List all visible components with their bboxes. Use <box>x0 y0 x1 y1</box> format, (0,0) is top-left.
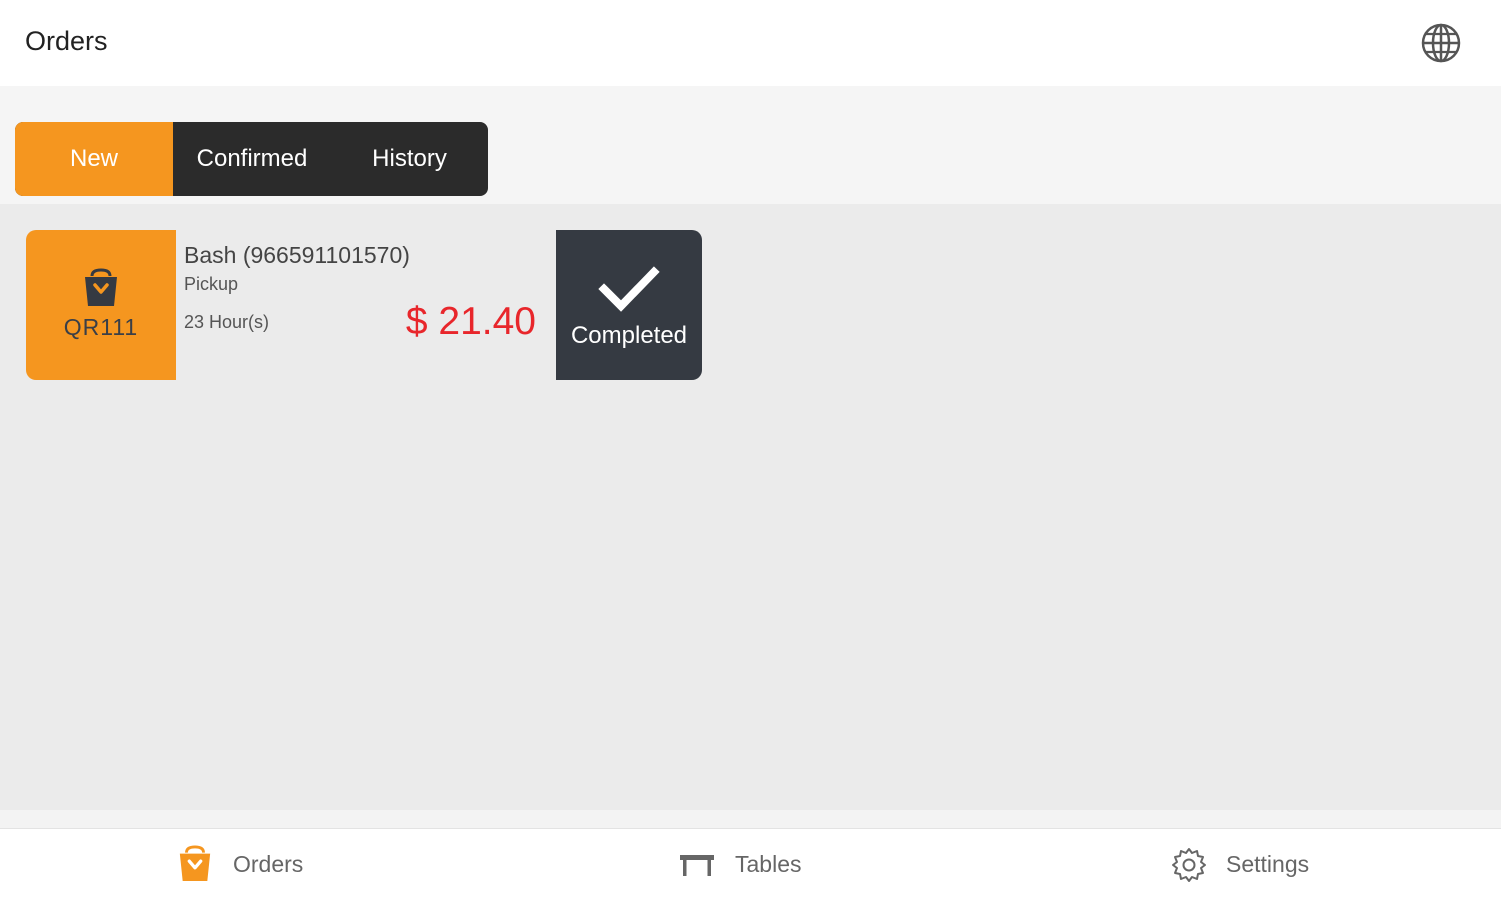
order-code: QR111 <box>63 314 139 340</box>
tab-new[interactable]: New <box>15 122 173 196</box>
order-card[interactable]: QR111 Bash (966591101570) Pickup 23 Hour… <box>26 230 702 380</box>
order-type: Pickup <box>184 274 239 294</box>
order-price: $ 21.40 <box>405 300 536 343</box>
nav-settings-label: Settings <box>1226 851 1310 877</box>
nav-orders-label: Orders <box>233 851 304 877</box>
completed-button[interactable]: Completed <box>556 230 702 380</box>
globe-icon[interactable] <box>1420 22 1462 64</box>
checkmark-icon <box>598 266 660 312</box>
orders-list: QR111 Bash (966591101570) Pickup 23 Hour… <box>0 204 1501 810</box>
completed-label: Completed <box>570 322 688 349</box>
gear-icon <box>1172 848 1206 882</box>
elapsed-time: 23 Hour(s) <box>184 312 270 332</box>
nav-settings[interactable]: Settings <box>1170 845 1330 885</box>
tab-history[interactable]: History <box>331 122 488 196</box>
orders-bag-icon <box>179 845 211 882</box>
app: Orders New Confirmed History QR111 Bash … <box>0 0 1501 900</box>
table-icon <box>680 855 714 876</box>
customer-name: Bash (966591101570) <box>184 242 410 268</box>
tab-confirmed[interactable]: Confirmed <box>173 122 331 196</box>
page-title: Orders <box>25 26 108 56</box>
shopping-bag-icon <box>85 268 117 306</box>
bottom-divider <box>0 810 1501 829</box>
order-status-tabs: New Confirmed History <box>15 122 488 196</box>
nav-tables-label: Tables <box>735 851 802 877</box>
nav-orders[interactable]: Orders <box>177 845 317 885</box>
order-info: Bash (966591101570) Pickup 23 Hour(s) $ … <box>176 230 556 380</box>
order-id-box: QR111 <box>26 230 176 380</box>
bottom-navigation: Orders Tables Settings <box>0 829 1501 900</box>
top-app-bar: Orders <box>0 0 1501 86</box>
nav-tables[interactable]: Tables <box>678 845 818 885</box>
tabs-bar: New Confirmed History <box>0 86 1501 204</box>
